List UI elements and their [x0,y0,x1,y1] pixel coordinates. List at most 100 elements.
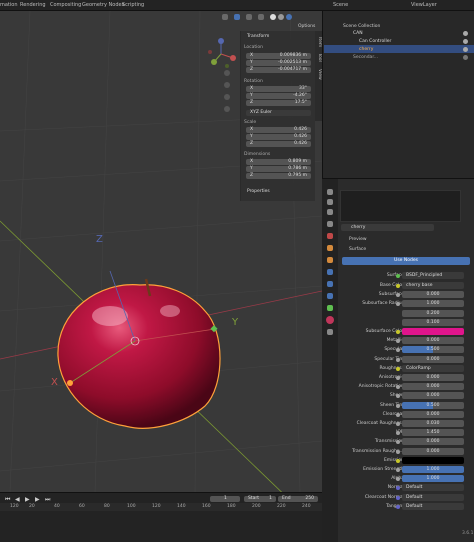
step-back-icon[interactable]: ◀ [15,496,20,503]
location-z-field[interactable]: Z -0.004717 m [246,67,311,73]
frame-end-field[interactable]: End 250 [278,496,318,502]
modifier-tab-icon[interactable] [327,269,333,275]
input-socket-icon[interactable] [396,412,400,417]
input-socket-icon[interactable] [396,449,400,454]
location-x-field[interactable]: X 0.009836 m [246,53,311,59]
scale-x-field[interactable]: X 0.426 [246,127,311,133]
zoom-icon[interactable] [224,70,230,76]
visibility-eye-icon[interactable] [463,39,468,44]
transform-header[interactable]: Transform [247,34,269,39]
tab-view[interactable]: View [315,69,322,80]
input-socket-icon[interactable] [396,504,400,509]
input-value-field[interactable]: 0.000 [402,383,464,391]
xray-icon[interactable] [258,14,264,20]
rotation-z-field[interactable]: Z 17.5° [246,100,311,106]
properties-subpanel-header[interactable]: Properties [247,189,270,194]
timeline-ruler[interactable]: 120 20 40 60 80 100 120 140 160 180 200 … [0,503,322,511]
input-value-field[interactable]: 0.500 [402,346,464,354]
step-forward-icon[interactable]: ▶ [35,496,40,503]
particles-tab-icon[interactable] [327,281,333,287]
scene-selector[interactable]: Scene [333,2,348,8]
rendered-shading-icon[interactable] [286,14,292,20]
input-value-field[interactable]: Default [402,484,464,492]
input-value-field[interactable]: Default [402,502,464,510]
input-value-field[interactable]: 0.000 [402,438,464,446]
material-shading-icon[interactable] [278,14,284,20]
outliner-item-cherry[interactable]: cherry [359,47,373,52]
rotation-x-field[interactable]: X 33° [246,86,311,92]
visibility-eye-icon[interactable] [463,47,468,52]
object-tab-icon[interactable] [327,257,333,263]
material-tab-icon[interactable] [326,316,334,324]
dimensions-y-field[interactable]: Y 0.786 m [246,166,311,172]
input-value-field[interactable]: 1.000 [402,300,464,308]
input-socket-icon[interactable] [396,357,400,362]
options-menu[interactable]: Options [298,24,315,29]
input-socket-icon[interactable] [396,495,400,500]
visibility-eye-icon[interactable] [463,55,468,60]
use-nodes-button[interactable]: Use Nodes [342,257,470,265]
overlays-icon[interactable] [246,14,252,20]
surface-panel-header[interactable]: Surface [349,247,366,252]
material-slot-list[interactable] [340,190,461,222]
input-socket-icon[interactable] [396,422,400,426]
output-tab-icon[interactable] [327,209,333,215]
tab-item[interactable]: Item [315,37,322,47]
shader-socket-icon[interactable] [396,274,400,278]
input-value-field[interactable]: 0.030 [402,420,464,427]
scale-z-field[interactable]: Z 0.426 [246,141,311,147]
scene-collection[interactable]: Scene Collection [343,24,380,29]
input-value-field[interactable]: ColorRamp [402,364,464,372]
tool-tab-icon[interactable] [327,189,333,195]
input-value-field[interactable]: 1.000 [402,466,464,473]
input-value-field[interactable]: 0.200 [402,309,464,317]
input-value-field[interactable]: cherry base [402,282,464,289]
input-socket-icon[interactable] [396,284,400,288]
tab-tool[interactable]: Tool [315,53,322,62]
scene-tab-icon[interactable] [327,233,333,239]
workspace-tab-compositing[interactable]: Compositing [50,2,81,8]
preview-panel-header[interactable]: Preview [349,237,367,242]
view-object-types-icon[interactable] [222,14,228,20]
view-layer-selector[interactable]: ViewLayer [411,2,437,8]
camera-view-icon[interactable] [224,94,230,100]
input-socket-icon[interactable] [396,403,400,408]
location-y-field[interactable]: Y -0.002513 m [246,60,311,66]
surface-shader-select[interactable]: BSDF_Principled [402,272,464,279]
input-value-field[interactable]: 0.000 [402,410,464,418]
rotation-y-field[interactable]: Y -4.26° [246,93,311,99]
pan-hand-icon[interactable] [224,82,230,88]
input-value-field[interactable]: 1.450 [402,429,464,437]
input-value-field[interactable]: 0.500 [402,401,464,409]
navigation-gizmo[interactable] [205,38,237,70]
play-icon[interactable]: ▶ [25,496,30,503]
input-socket-icon[interactable] [396,458,400,463]
solid-shading-icon[interactable] [270,14,276,20]
dimensions-z-field[interactable]: Z 0.795 m [246,173,311,179]
input-socket-icon[interactable] [396,366,400,371]
workspace-tab-scripting[interactable]: Scripting [122,2,144,8]
input-value-field[interactable] [402,328,464,335]
input-socket-icon[interactable] [396,330,400,334]
current-frame-field[interactable]: 1 [210,496,240,502]
visibility-eye-icon[interactable] [463,31,468,36]
input-value-field[interactable]: 0.000 [402,392,464,400]
material-name-field[interactable]: cherry [341,224,434,231]
input-value-field[interactable]: 0.000 [402,447,464,455]
input-value-field[interactable]: 0.000 [402,374,464,381]
input-value-field[interactable]: 0.100 [402,318,464,326]
world-tab-icon[interactable] [327,245,333,251]
scale-y-field[interactable]: Y 0.426 [246,134,311,140]
grid-perspective-icon[interactable] [224,106,230,112]
input-value-field[interactable]: 0.000 [402,337,464,345]
data-tab-icon[interactable] [327,305,333,311]
workspace-tab-geometry-nodes[interactable]: Geometry Nodes [82,2,124,8]
input-value-field[interactable]: 0.000 [402,291,464,299]
input-value-field[interactable] [402,456,464,464]
rotation-mode-select[interactable]: XYZ Euler [246,110,311,116]
texture-tab-icon[interactable] [327,329,333,335]
input-socket-icon[interactable] [396,376,400,380]
render-tab-icon[interactable] [327,199,333,205]
frame-start-field[interactable]: Start 1 [244,496,276,502]
input-value-field[interactable]: 1.000 [402,475,464,483]
